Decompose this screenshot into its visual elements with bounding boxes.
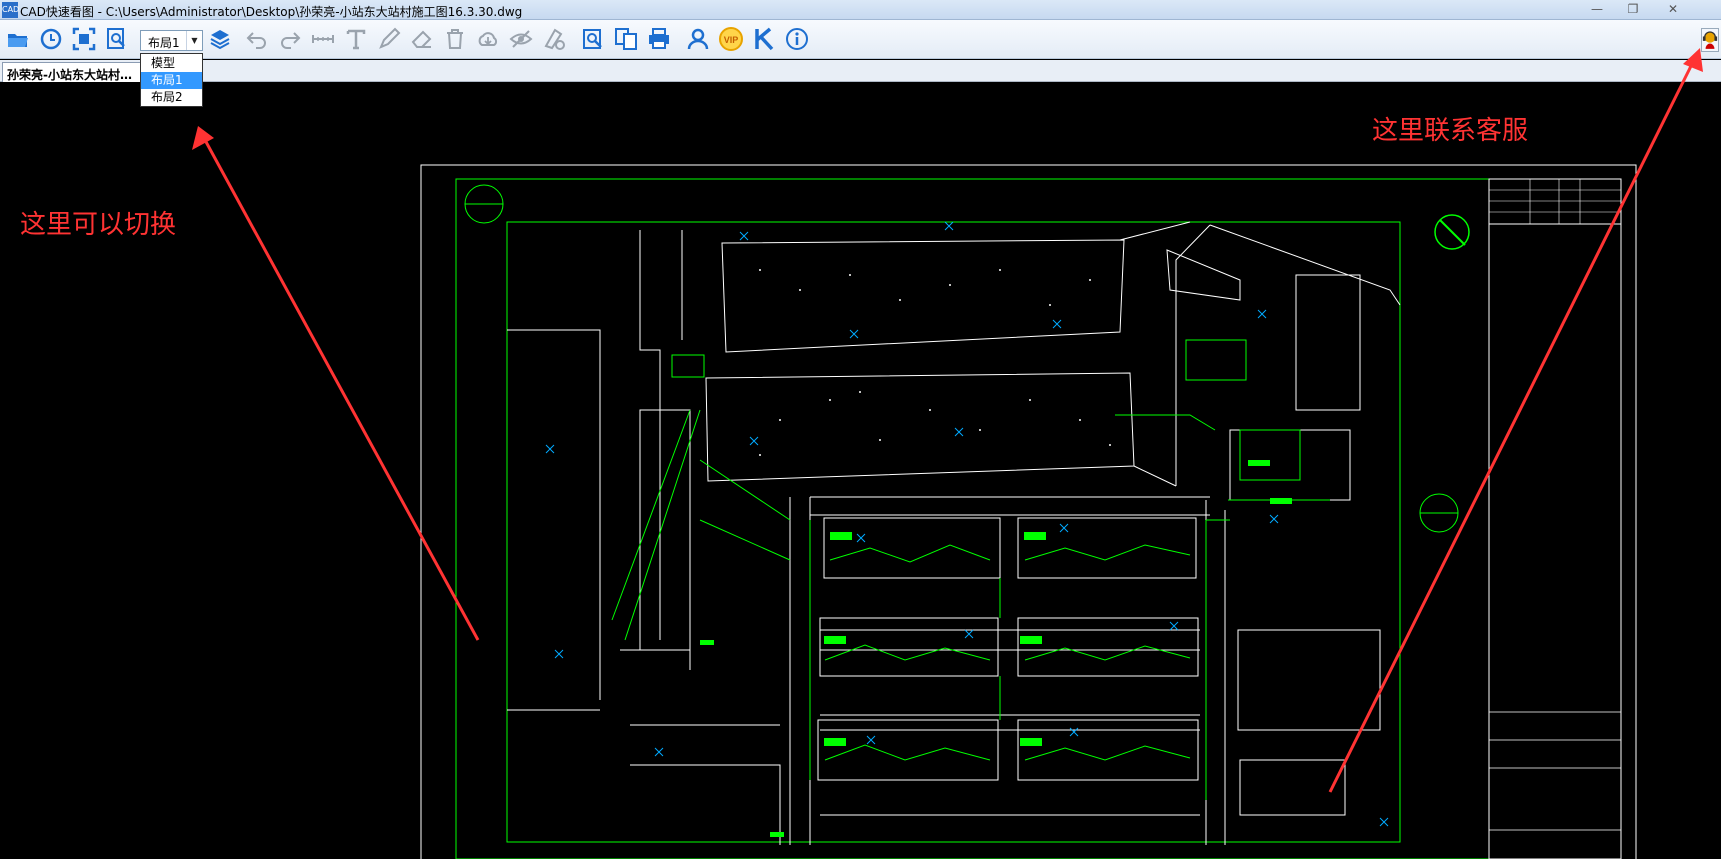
layout-select-value: 布局1 <box>148 36 180 50</box>
open-icon[interactable] <box>5 26 31 52</box>
minimize-button[interactable]: — <box>1584 1 1610 18</box>
chevron-down-icon[interactable]: ▼ <box>186 31 202 50</box>
dropdown-item-layout2[interactable]: 布局2 <box>141 89 202 106</box>
eraser-icon[interactable] <box>409 26 435 52</box>
undo-icon[interactable] <box>244 26 270 52</box>
cad-app-icon: CAD <box>2 2 19 18</box>
layers-icon[interactable] <box>207 26 233 52</box>
fit-extents-icon[interactable] <box>71 26 97 52</box>
customer-service-icon[interactable] <box>1701 28 1719 52</box>
cloud-icon[interactable] <box>475 26 501 52</box>
tab-document-label: 孙荣亮-小站东大站村… <box>7 68 132 82</box>
layout-select[interactable]: 布局1 ▼ <box>140 30 203 51</box>
annotation-service-hint: 这里联系客服 <box>1372 116 1529 146</box>
k-icon[interactable] <box>751 26 777 52</box>
pen-icon[interactable] <box>376 26 402 52</box>
annotation-switch-hint: 这里可以切换 <box>20 210 177 240</box>
hide-icon[interactable] <box>508 26 534 52</box>
dropdown-item-model[interactable]: 模型 <box>141 55 202 72</box>
drawing-canvas[interactable] <box>0 83 1721 859</box>
document-tab-bar: 孙荣亮-小站东大站村… <box>0 60 1721 82</box>
close-button[interactable]: ✕ <box>1660 1 1686 18</box>
text-icon[interactable] <box>343 26 369 52</box>
settings-icon[interactable] <box>541 26 567 52</box>
delete-icon[interactable] <box>442 26 468 52</box>
maximize-button[interactable]: ❐ <box>1620 1 1646 18</box>
main-toolbar: 布局1 ▼ VIP <box>0 20 1721 59</box>
user-icon[interactable] <box>685 26 711 52</box>
window-title: CAD快速看图 - C:\Users\Administrator\Desktop… <box>20 5 523 19</box>
svg-text:VIP: VIP <box>724 35 739 45</box>
convert-icon[interactable] <box>613 26 639 52</box>
dropdown-item-layout1[interactable]: 布局1 <box>141 72 202 89</box>
measure-icon[interactable] <box>310 26 336 52</box>
cad-drawing <box>420 164 1637 859</box>
layout-dropdown-list: 模型 布局1 布局2 <box>140 53 203 107</box>
history-icon[interactable] <box>38 26 64 52</box>
title-bar: CAD CAD快速看图 - C:\Users\Administrator\Des… <box>0 0 1721 20</box>
redo-icon[interactable] <box>277 26 303 52</box>
info-icon[interactable] <box>784 26 810 52</box>
vip-icon[interactable]: VIP <box>718 26 744 52</box>
tab-document[interactable]: 孙荣亮-小站东大站村… <box>2 62 142 82</box>
find-icon[interactable] <box>580 26 606 52</box>
zoom-window-icon[interactable] <box>104 26 130 52</box>
print-icon[interactable] <box>646 26 672 52</box>
